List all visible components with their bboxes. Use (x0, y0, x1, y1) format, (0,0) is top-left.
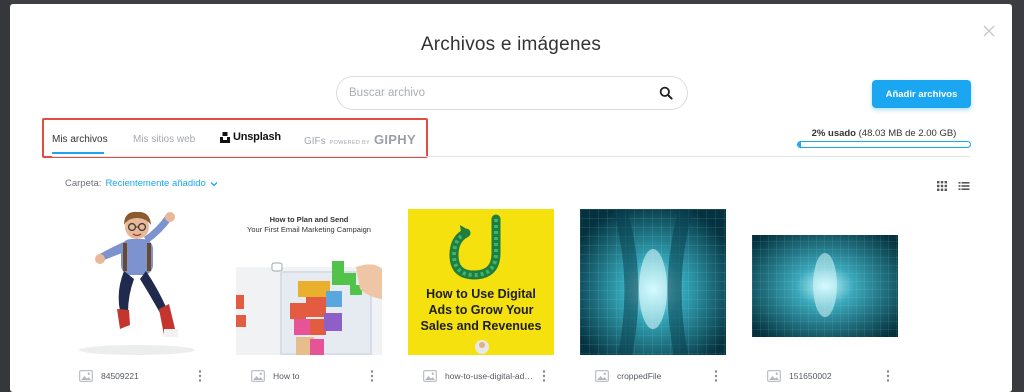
file-thumbnail[interactable]: How to Plan and Send Your First Email Ma… (236, 209, 382, 355)
file-thumbnail[interactable] (64, 209, 210, 355)
folder-selector[interactable]: Carpeta: Recientemente añadido (65, 178, 218, 189)
storage-used-percent: 2% usado (811, 128, 856, 139)
thumbnail-heading: How to Use Digital Ads to Grow Your Sale… (420, 287, 542, 333)
modal-title: Archivos e imágenes (420, 34, 602, 55)
file-name: 151650002 (789, 371, 832, 381)
unsplash-label: Unsplash (233, 131, 281, 143)
gifs-label: GIFs (304, 136, 326, 147)
tab-mis-sitios-web[interactable]: Mis sitios web (133, 134, 195, 145)
file-name: 84509221 (101, 371, 139, 381)
file-name: how-to-use-digital-ads... (445, 371, 535, 381)
file-footer: croppedFile (580, 365, 726, 387)
image-file-icon (767, 370, 781, 382)
storage-usage-fill (798, 142, 802, 147)
list-view-icon[interactable] (958, 179, 970, 191)
storage-used-detail: (48.03 MB de 2.00 GB) (858, 128, 957, 139)
file-card[interactable]: 84509221 (64, 209, 210, 392)
file-footer: 84509221 (64, 365, 210, 387)
image-file-icon (595, 370, 609, 382)
tab-unsplash[interactable]: Unsplash (220, 131, 281, 143)
file-footer: How to (236, 365, 382, 387)
add-files-button[interactable]: Añadir archivos (872, 80, 971, 108)
active-tab-indicator (52, 152, 104, 154)
grid-view-icon[interactable] (936, 179, 948, 191)
file-thumbnail[interactable] (752, 209, 898, 355)
file-card[interactable]: croppedFile (580, 209, 726, 392)
file-card[interactable]: How to Use Digital Ads to Grow Your Sale… (408, 209, 554, 392)
file-name: How to (273, 371, 300, 381)
file-footer: how-to-use-digital-ads... (408, 365, 554, 387)
storage-usage-text: 2% usado (48.03 MB de 2.00 GB) (798, 128, 970, 139)
tab-mis-archivos[interactable]: Mis archivos (52, 134, 108, 145)
more-options-icon[interactable] (542, 369, 546, 383)
giphy-logo: GIPHY (373, 132, 416, 147)
backdrop (1012, 0, 1024, 392)
chevron-down-icon[interactable] (210, 181, 218, 187)
storage-usage-bar (797, 141, 971, 148)
search-box[interactable] (336, 76, 688, 110)
folder-label: Carpeta: (65, 178, 102, 189)
file-thumbnail[interactable] (580, 209, 726, 355)
image-file-icon (79, 370, 93, 382)
file-name: croppedFile (617, 371, 662, 381)
image-file-icon (251, 370, 265, 382)
more-options-icon[interactable] (370, 369, 374, 383)
backdrop (0, 0, 10, 392)
file-card[interactable]: 151650002 (752, 209, 898, 392)
image-file-icon (423, 370, 437, 382)
search-input[interactable] (349, 83, 649, 103)
more-options-icon[interactable] (714, 369, 718, 383)
unsplash-logo-icon (220, 131, 230, 143)
powered-by-label: POWERED BY (329, 140, 370, 146)
search-icon[interactable] (659, 86, 673, 100)
files-modal: Archivos e imágenes Añadir archivos Mis … (10, 4, 1012, 392)
more-options-icon[interactable] (198, 369, 202, 383)
more-options-icon[interactable] (886, 369, 890, 383)
folder-value[interactable]: Recientemente añadido (105, 178, 205, 189)
tabs-divider (52, 156, 970, 157)
file-footer: 151650002 (752, 365, 898, 387)
tab-gifs[interactable]: GIFs POWERED BY GIPHY (304, 132, 416, 147)
file-card[interactable]: How to Plan and Send Your First Email Ma… (236, 209, 382, 392)
file-thumbnail[interactable]: How to Use Digital Ads to Grow Your Sale… (408, 209, 554, 355)
